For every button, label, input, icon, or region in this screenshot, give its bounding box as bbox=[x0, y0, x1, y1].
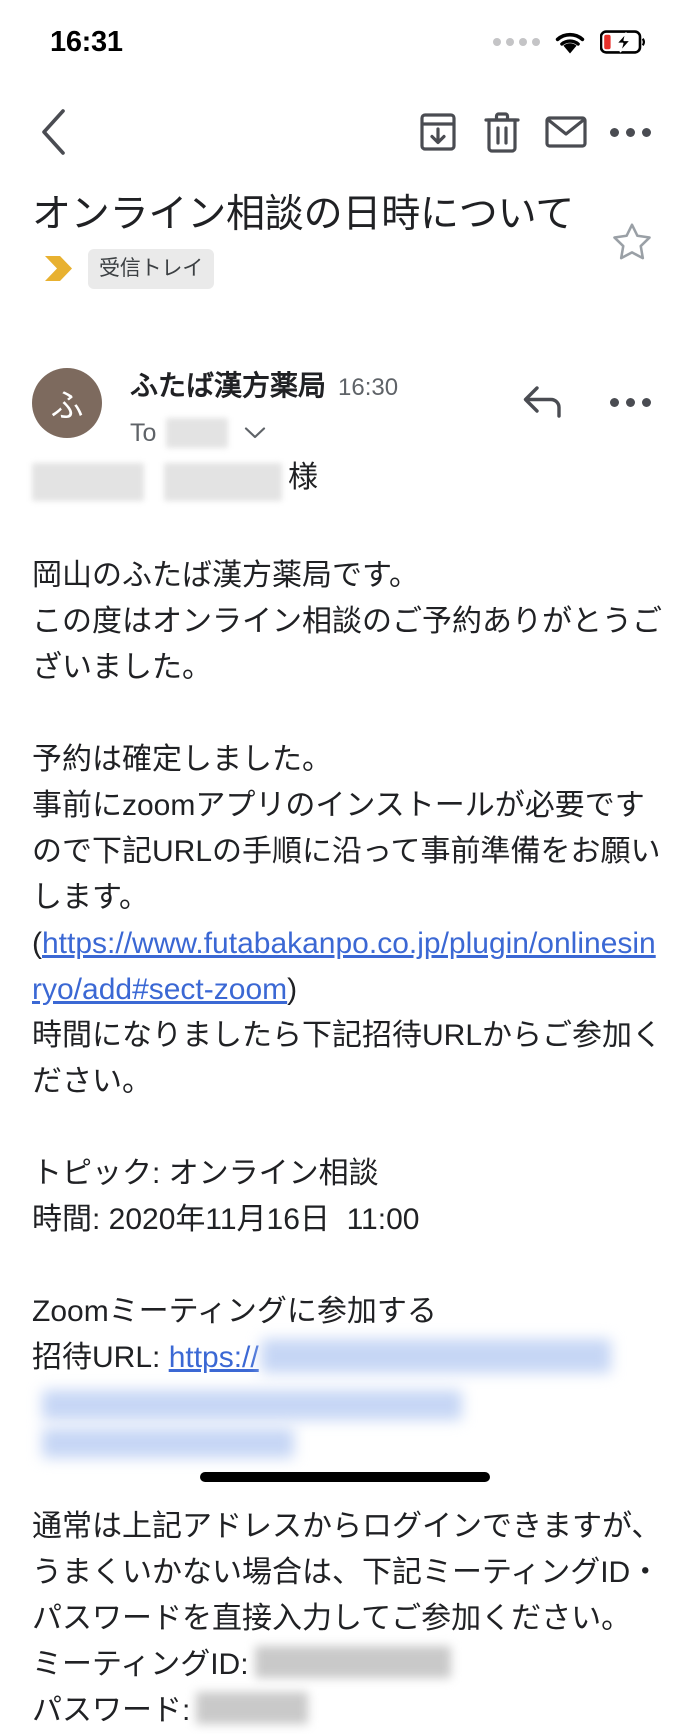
body-url-line: (https://www.futabakanpo.co.jp/plugin/on… bbox=[32, 921, 664, 1013]
archive-button[interactable] bbox=[406, 100, 470, 164]
body-paragraph-3: 通常は上記アドレスからログインできますが、うまくいかない場合は、下記ミーティング… bbox=[32, 1510, 662, 1635]
invite-url-redacted-2 bbox=[42, 1390, 462, 1420]
meeting-id-line: ミーティングID: bbox=[32, 1642, 664, 1688]
envelope-icon bbox=[545, 116, 587, 148]
message-body: 様 岡山のふたば漢方薬局です。 この度はオンライン相談のご予約ありがとうございま… bbox=[0, 455, 690, 1734]
invite-url-link[interactable]: https:// bbox=[169, 1341, 259, 1374]
reply-button[interactable] bbox=[512, 370, 576, 434]
invite-url-redacted-1 bbox=[260, 1339, 611, 1373]
more-vertical-dots-icon bbox=[609, 127, 651, 137]
reply-arrow-icon bbox=[523, 386, 561, 418]
important-chevron-icon[interactable] bbox=[44, 253, 74, 284]
wifi-icon bbox=[555, 32, 585, 53]
battery-charging-low-icon bbox=[600, 30, 645, 54]
body-gap-2 bbox=[32, 691, 664, 737]
subject-row: オンライン相談の日時について受信トレイ bbox=[32, 186, 660, 300]
time-line: 時間: 2020年11月16日 11:00 bbox=[32, 1203, 420, 1236]
star-outline-icon bbox=[613, 223, 651, 260]
password-line: パスワード: bbox=[32, 1688, 664, 1734]
delete-button[interactable] bbox=[470, 100, 534, 164]
body-paragraph-2-line-3: 時間になりましたら下記招待URLからご参加ください。 bbox=[32, 1019, 663, 1098]
invite-url-line: 招待URL: https:// bbox=[32, 1335, 664, 1381]
mark-unread-button[interactable] bbox=[534, 100, 598, 164]
invite-url-label: 招待URL: bbox=[32, 1341, 169, 1374]
more-options-button[interactable] bbox=[598, 100, 662, 164]
salutation-suffix: 様 bbox=[288, 461, 318, 494]
subject-chips: 受信トレイ bbox=[44, 248, 214, 289]
home-indicator[interactable] bbox=[200, 1472, 490, 1482]
trash-icon bbox=[484, 112, 520, 153]
status-bar-time: 16:31 bbox=[50, 25, 123, 58]
status-bar: 16:31 bbox=[0, 0, 690, 78]
message-actions bbox=[512, 370, 662, 434]
message-time: 16:30 bbox=[338, 374, 399, 401]
recipient-redacted bbox=[166, 418, 229, 448]
avatar[interactable]: ふ bbox=[32, 368, 102, 438]
salutation-line: 様 bbox=[32, 455, 664, 501]
sender-meta: ふたば漢方薬局 16:30 To bbox=[102, 362, 512, 448]
to-label: To bbox=[130, 418, 157, 447]
message-more-button[interactable] bbox=[598, 370, 662, 434]
password-label: パスワード: bbox=[32, 1694, 191, 1727]
sender-line: ふたば漢方薬局 16:30 bbox=[130, 364, 512, 404]
body-gap-1 bbox=[32, 507, 664, 553]
subject-text-container: オンライン相談の日時について受信トレイ bbox=[32, 186, 604, 300]
more-horizontal-dots-icon bbox=[609, 397, 651, 407]
meeting-id-redacted bbox=[254, 1646, 451, 1678]
signal-dots-icon bbox=[493, 38, 540, 46]
password-redacted bbox=[196, 1692, 309, 1724]
invite-url-redacted-3 bbox=[42, 1428, 294, 1458]
sender-name[interactable]: ふたば漢方薬局 bbox=[130, 364, 326, 404]
back-button[interactable] bbox=[22, 100, 86, 164]
body-gap-4 bbox=[32, 1243, 664, 1289]
chevron-down-icon[interactable] bbox=[244, 426, 266, 440]
message-header: ふ ふたば漢方薬局 16:30 To bbox=[0, 362, 690, 448]
recipient-name-redacted-1 bbox=[32, 463, 144, 501]
body-paragraph-1: 岡山のふたば漢方薬局です。 この度はオンライン相談のご予約ありがとうございました… bbox=[32, 559, 662, 684]
archive-icon bbox=[420, 113, 456, 151]
body-paragraph-2-line-1: 予約は確定しました。 bbox=[32, 743, 332, 776]
page-title: オンライン相談の日時について bbox=[32, 193, 575, 236]
preparation-url-link[interactable]: https://www.futabakanpo.co.jp/plugin/onl… bbox=[32, 927, 656, 1006]
join-meeting-line: Zoomミーティングに参加する bbox=[32, 1295, 437, 1328]
email-action-bar bbox=[0, 95, 690, 169]
url-open-paren: ( bbox=[32, 927, 42, 960]
topic-line: トピック: オンライン相談 bbox=[32, 1157, 379, 1190]
body-gap-3 bbox=[32, 1105, 664, 1151]
status-bar-indicators bbox=[493, 30, 646, 55]
back-chevron-icon bbox=[42, 109, 65, 155]
subject-section: オンライン相談の日時について受信トレイ bbox=[0, 186, 690, 300]
recipient-row[interactable]: To bbox=[130, 418, 512, 448]
label-chip-inbox[interactable]: 受信トレイ bbox=[88, 248, 214, 289]
url-close-paren: ) bbox=[287, 973, 298, 1006]
star-button[interactable] bbox=[604, 214, 660, 270]
meeting-id-label: ミーティングID: bbox=[32, 1648, 249, 1681]
recipient-name-redacted-2 bbox=[164, 463, 282, 501]
body-paragraph-2-line-2: 事前にzoomアプリのインストールが必要ですので下記URLの手順に沿って事前準備… bbox=[32, 789, 661, 914]
